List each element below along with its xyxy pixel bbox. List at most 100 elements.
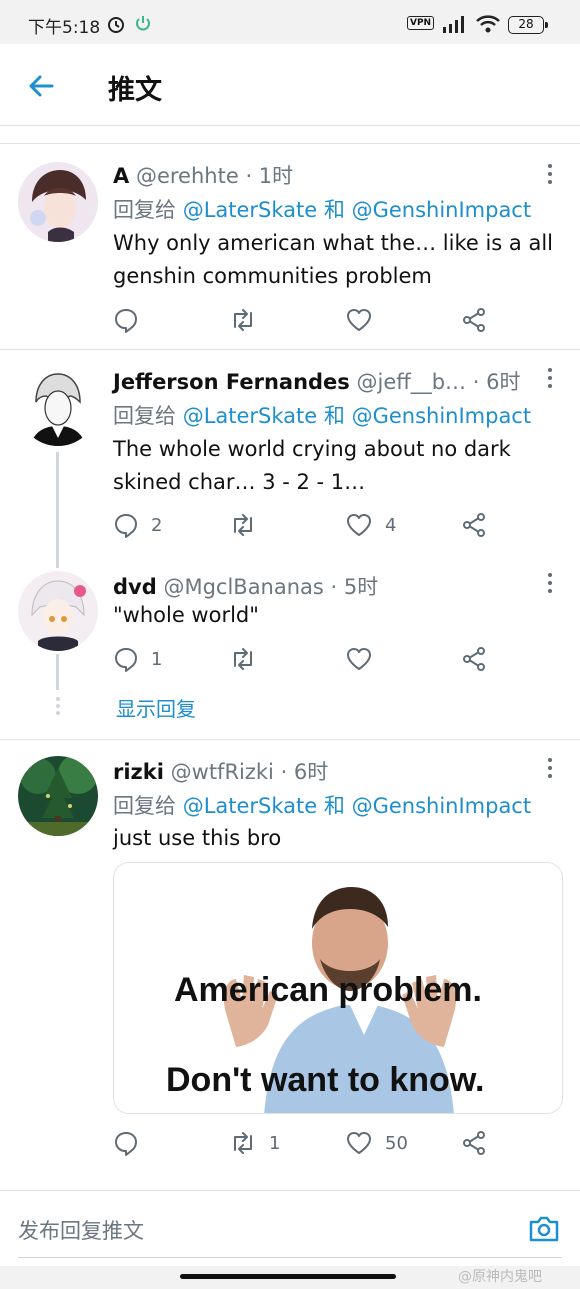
share-button[interactable] [461, 305, 487, 335]
share-icon [463, 513, 485, 537]
page-title: 推文 [108, 75, 162, 106]
more-icon[interactable] [542, 367, 558, 389]
author-handle[interactable]: @erehhte [136, 164, 239, 188]
show-replies-link[interactable]: 显示回复 [116, 693, 196, 722]
tweet-time: · 6时 [472, 370, 521, 394]
status-bar: 下午5:18 VPN 28 [0, 0, 580, 44]
share-button[interactable] [461, 644, 487, 674]
mention-genshinimpact[interactable]: @GenshinImpact [352, 404, 532, 428]
tweet-text: The whole world crying about no dark ski… [113, 437, 511, 494]
reply-joiner: 和 [317, 794, 352, 818]
mention-laterskate[interactable]: @LaterSkate [183, 198, 318, 222]
retweet-button[interactable]: 1 [229, 1128, 280, 1158]
retweet-count: 1 [269, 1132, 281, 1154]
retweet-icon [234, 648, 252, 670]
reply-button[interactable] [113, 305, 151, 335]
like-button[interactable] [345, 305, 385, 335]
tweet-header: rizki @wtfRizki · 6时 [113, 756, 328, 786]
reply-count: 1 [151, 648, 163, 670]
reply-count: 2 [151, 514, 163, 536]
author-name[interactable]: Jefferson Fernandes [113, 370, 350, 394]
like-icon [347, 514, 371, 536]
tweet-header: A @erehhte · 1时 [113, 160, 293, 190]
more-icon[interactable] [542, 572, 558, 594]
avatar[interactable] [18, 756, 98, 836]
like-icon [347, 309, 371, 331]
tweet-header: Jefferson Fernandes @jeff__b… · 6时 [113, 366, 520, 396]
mention-genshinimpact[interactable]: @GenshinImpact [352, 198, 532, 222]
reply-button[interactable]: 1 [113, 644, 162, 674]
retweet-icon [234, 514, 252, 536]
reply-joiner: 和 [317, 404, 352, 428]
author-name[interactable]: A [113, 164, 129, 188]
reply-button[interactable]: 2 [113, 510, 162, 540]
tweet-media-image[interactable]: American problem. Don't want to know. [113, 862, 563, 1114]
system-nav-bar: @原神内鬼吧 [0, 1266, 580, 1289]
author-name[interactable]: dvd [113, 575, 157, 599]
more-icon[interactable] [542, 757, 558, 779]
like-button[interactable] [345, 644, 385, 674]
wifi-icon [476, 15, 500, 33]
tweet-time: · 5时 [330, 575, 379, 599]
author-handle[interactable]: @jeff__b… [356, 370, 466, 394]
meme-caption-bottom: Don't want to know. [166, 1061, 485, 1099]
share-button[interactable] [461, 1128, 487, 1158]
avatar[interactable] [18, 162, 98, 242]
retweet-button[interactable] [229, 644, 269, 674]
avatar[interactable] [18, 366, 98, 446]
tweet-actions: 1 [113, 644, 513, 674]
reply-context: 回复给 @LaterSkate 和 @GenshinImpact [113, 194, 531, 224]
input-underline [18, 1257, 562, 1258]
retweet-button[interactable] [229, 510, 269, 540]
reply-joiner: 和 [317, 198, 352, 222]
tweet-text: just use this bro [113, 826, 282, 850]
alarm-icon [108, 17, 124, 33]
retweet-button[interactable] [229, 305, 269, 335]
reply-icon [115, 1132, 137, 1156]
share-button[interactable] [461, 510, 487, 540]
tweet-erehhte[interactable]: A @erehhte · 1时 回复给 @LaterSkate 和 @Gensh… [0, 144, 580, 349]
tweet-jefferson[interactable]: Jefferson Fernandes @jeff__b… · 6时 回复给 @… [0, 350, 580, 550]
tweet-text: "whole world" [113, 603, 259, 627]
reply-input[interactable]: 发布回复推文 [18, 1215, 144, 1245]
author-name[interactable]: rizki [113, 760, 164, 784]
like-icon [347, 1132, 371, 1154]
mention-genshinimpact[interactable]: @GenshinImpact [352, 794, 532, 818]
share-icon [463, 647, 485, 671]
author-handle[interactable]: @MgclBananas [163, 575, 323, 599]
like-count: 4 [385, 514, 397, 536]
more-icon[interactable] [542, 163, 558, 185]
share-icon [463, 1131, 485, 1155]
tweet-time: · 6时 [280, 760, 329, 784]
reply-button[interactable] [113, 1128, 151, 1158]
back-arrow-icon[interactable] [24, 68, 60, 104]
status-time: 下午5:18 [28, 18, 101, 38]
home-indicator[interactable] [180, 1274, 396, 1279]
avatar[interactable] [18, 571, 98, 651]
tweet-dvd[interactable]: dvd @MgclBananas · 5时 "whole world" 1 [0, 555, 580, 735]
tweet-time: · 1时 [245, 164, 294, 188]
battery-indicator: 28 [508, 16, 548, 34]
mention-laterskate[interactable]: @LaterSkate [183, 404, 318, 428]
tweet-actions: 1 50 [113, 1128, 513, 1158]
like-icon [347, 648, 371, 670]
like-count: 50 [385, 1132, 408, 1154]
reply-prefix: 回复给 [113, 794, 183, 818]
like-button[interactable]: 50 [345, 1128, 408, 1158]
tweet-actions [113, 305, 513, 335]
camera-icon[interactable] [527, 1214, 561, 1244]
top-bar: 推文 [0, 44, 580, 126]
watermark: @原神内鬼吧 [458, 1269, 542, 1285]
like-button[interactable]: 4 [345, 510, 396, 540]
mention-laterskate[interactable]: @LaterSkate [183, 794, 318, 818]
author-handle[interactable]: @wtfRizki [171, 760, 274, 784]
meme-caption-top: American problem. [174, 971, 482, 1009]
signal-icon [443, 16, 464, 33]
power-icon [136, 16, 150, 31]
reply-icon [115, 648, 137, 672]
retweet-icon [234, 309, 252, 331]
reply-composer: 发布回复推文 [0, 1190, 580, 1266]
tweet-text: Why only american what the… like is a al… [113, 231, 553, 288]
vpn-badge: VPN [407, 16, 435, 30]
tweet-header: dvd @MgclBananas · 5时 [113, 571, 378, 601]
